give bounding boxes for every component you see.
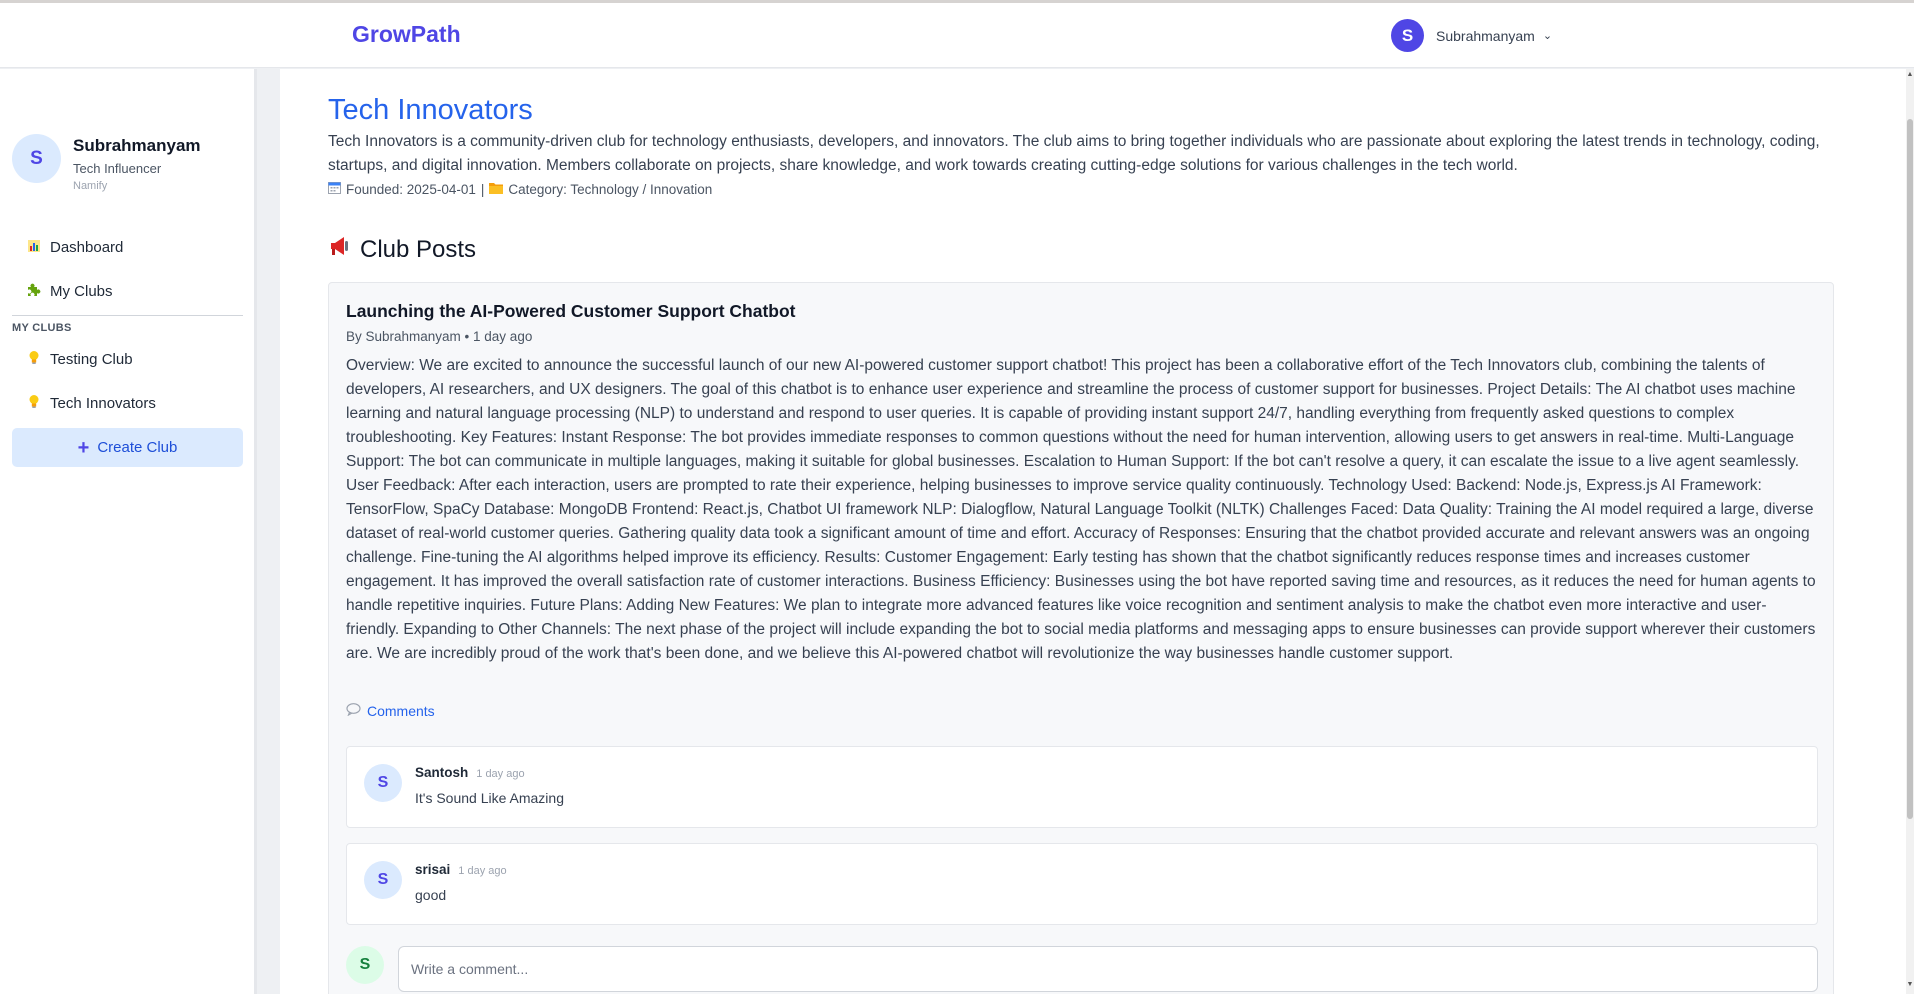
club-description: Tech Innovators is a community-driven cl… bbox=[328, 133, 1820, 174]
comment-text: It's Sound Like Amazing bbox=[415, 790, 564, 806]
my-clubs-section-label: MY CLUBS bbox=[12, 322, 72, 334]
founded-date: Founded: 2025-04-01 bbox=[346, 181, 476, 197]
club-posts-heading: Club Posts bbox=[328, 235, 476, 264]
sidebar-item-my-clubs[interactable]: My Clubs bbox=[12, 273, 243, 309]
create-club-label: Create Club bbox=[97, 439, 178, 456]
scrollbar-thumb[interactable] bbox=[1907, 119, 1913, 819]
comment-item: S srisai 1 day ago good bbox=[346, 843, 1818, 925]
current-user-avatar: S bbox=[346, 946, 384, 984]
puzzle-icon bbox=[26, 283, 42, 300]
sidebar-item-testing-club[interactable]: Testing Club bbox=[12, 341, 243, 377]
comment-author: srisai 1 day ago bbox=[415, 862, 507, 877]
main-content: Tech Innovators Tech Innovators is a com… bbox=[280, 69, 1906, 994]
plus-icon: + bbox=[77, 436, 90, 459]
profile-role: Tech Influencer bbox=[73, 161, 162, 176]
sidebar-item-dashboard[interactable]: Dashboard bbox=[12, 229, 243, 265]
post-title: Launching the AI-Powered Customer Suppor… bbox=[346, 301, 796, 321]
sidebar: S Subrahmanyam Tech Influencer Namify Da… bbox=[0, 69, 257, 994]
folder-icon bbox=[489, 182, 504, 197]
profile-name: Subrahmanyam bbox=[73, 136, 201, 155]
comment-avatar: S bbox=[364, 764, 402, 802]
comment-avatar: S bbox=[364, 861, 402, 899]
sidebar-item-label: Dashboard bbox=[50, 238, 124, 256]
user-menu[interactable]: S Subrahmanyam ⌄ bbox=[1391, 19, 1552, 52]
comments-toggle[interactable]: Comments bbox=[346, 703, 435, 719]
calendar-icon bbox=[328, 181, 341, 197]
comment-item: S Santosh 1 day ago It's Sound Like Amazi… bbox=[346, 746, 1818, 828]
profile-org: Namify bbox=[73, 180, 108, 192]
page-scrollbar[interactable]: ▲ ▼ bbox=[1906, 69, 1914, 994]
post-card: Launching the AI-Powered Customer Suppor… bbox=[328, 282, 1834, 994]
user-name: Subrahmanyam bbox=[1436, 27, 1535, 44]
sidebar-item-label: My Clubs bbox=[50, 282, 113, 300]
scroll-down-arrow-icon[interactable]: ▼ bbox=[1906, 981, 1914, 991]
brand-logo[interactable]: GrowPath bbox=[352, 21, 461, 48]
bar-chart-icon bbox=[26, 239, 42, 256]
megaphone-icon bbox=[328, 235, 352, 264]
lightbulb-icon bbox=[26, 394, 42, 412]
club-meta: Founded: 2025-04-01 | Category: Technolo… bbox=[328, 181, 712, 197]
comment-input[interactable] bbox=[398, 946, 1818, 992]
comment-bubble-icon bbox=[346, 703, 361, 719]
scroll-up-arrow-icon[interactable]: ▲ bbox=[1906, 71, 1914, 81]
user-avatar: S bbox=[1391, 19, 1424, 52]
sidebar-item-tech-innovators[interactable]: Tech Innovators bbox=[12, 385, 243, 421]
lightbulb-icon bbox=[26, 350, 42, 368]
chevron-down-icon: ⌄ bbox=[1542, 30, 1553, 42]
meta-separator: | bbox=[480, 181, 485, 197]
create-club-button[interactable]: + Create Club bbox=[12, 428, 243, 467]
comments-label: Comments bbox=[367, 703, 435, 719]
sidebar-divider bbox=[12, 315, 243, 316]
sidebar-item-label: Testing Club bbox=[50, 350, 133, 368]
profile-card: S Subrahmanyam Tech Influencer Namify bbox=[12, 134, 201, 192]
post-body: Overview: We are excited to announce the… bbox=[346, 357, 1816, 662]
comment-author-name: Santosh bbox=[415, 765, 469, 780]
club-title: Tech Innovators bbox=[328, 94, 533, 126]
comment-time: 1 day ago bbox=[458, 865, 507, 877]
sidebar-item-label: Tech Innovators bbox=[50, 394, 156, 412]
top-header: GrowPath S Subrahmanyam ⌄ bbox=[0, 3, 1914, 68]
comment-time: 1 day ago bbox=[476, 768, 525, 780]
comment-text: good bbox=[415, 887, 447, 903]
post-byline: By Subrahmanyam • 1 day ago bbox=[346, 329, 533, 344]
club-posts-heading-label: Club Posts bbox=[360, 235, 477, 263]
club-category: Category: Technology / Innovation bbox=[508, 181, 713, 197]
profile-avatar: S bbox=[12, 134, 61, 183]
comment-author-name: srisai bbox=[415, 862, 451, 877]
comment-author: Santosh 1 day ago bbox=[415, 765, 525, 780]
write-comment-row: S bbox=[346, 946, 1818, 994]
